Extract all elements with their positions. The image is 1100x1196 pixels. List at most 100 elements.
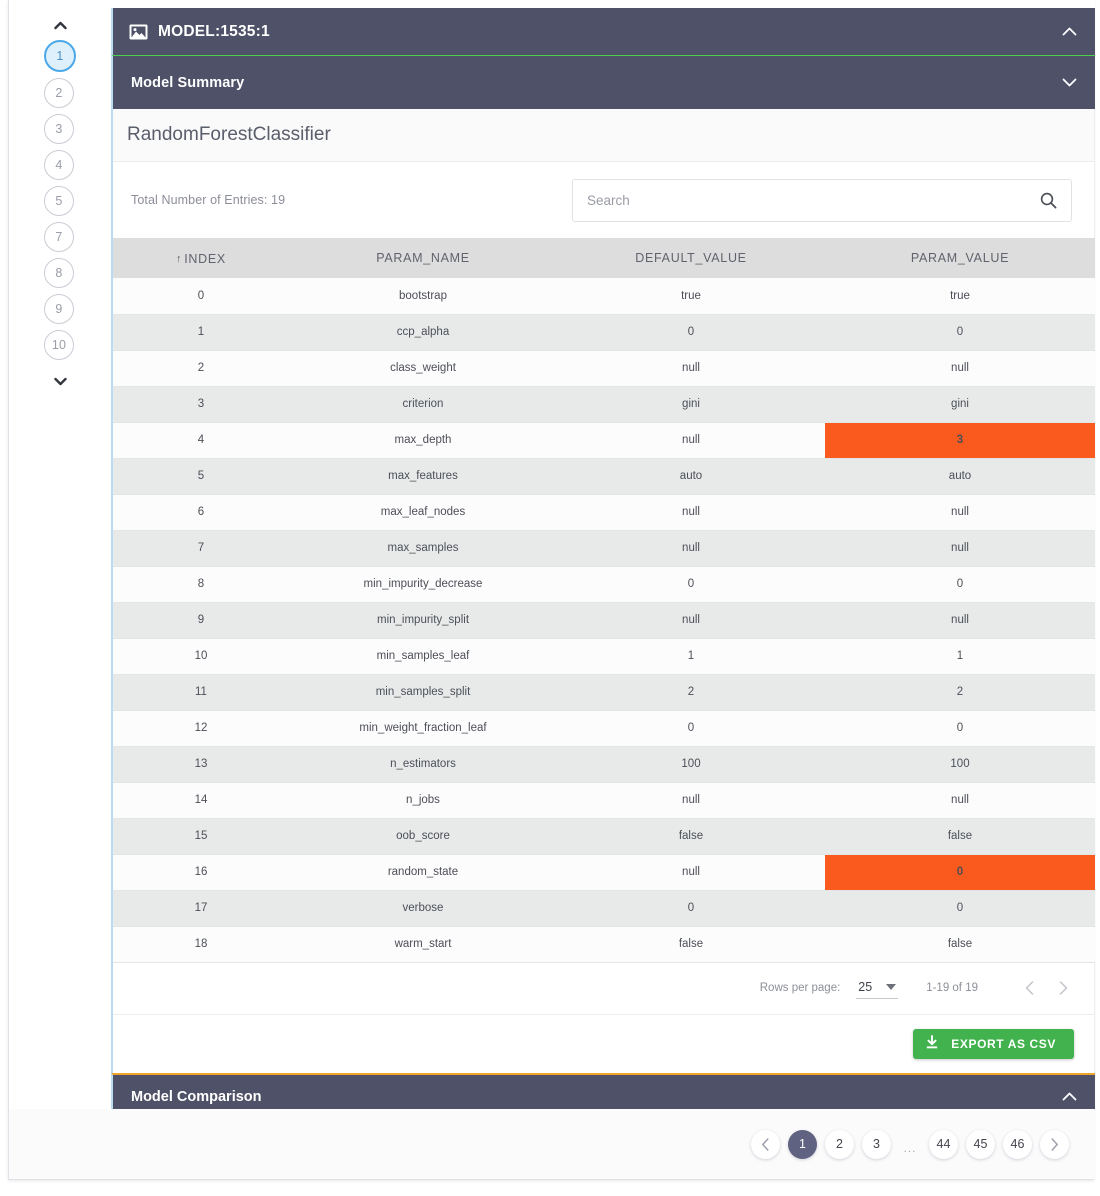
cell-index: 2: [113, 350, 289, 387]
cell-param-value: true: [825, 278, 1095, 315]
table-body: 0 bootstrap true true 1 ccp_alpha 0 0 2 class_wei…: [113, 278, 1095, 963]
cell-param-value: null: [825, 530, 1095, 567]
column-header-default-value[interactable]: DEFAULT_VALUE: [557, 238, 825, 278]
step-circle-7[interactable]: 7: [44, 222, 74, 252]
model-summary-title: Model Summary: [131, 74, 245, 91]
cell-param-name: n_jobs: [289, 782, 557, 819]
model-summary-header[interactable]: Model Summary: [111, 56, 1095, 109]
rows-per-page-select[interactable]: 25: [856, 978, 899, 999]
cell-param-value: 1: [825, 638, 1095, 675]
step-circle-9[interactable]: 9: [44, 294, 74, 324]
table-row[interactable]: 15 oob_score false false: [113, 818, 1095, 855]
cell-default-value: true: [557, 278, 825, 315]
table-head: ↑ INDEX PARAM_NAME DEFAULT_VALUE PARAM_V…: [113, 238, 1095, 278]
cell-param-name: ccp_alpha: [289, 314, 557, 351]
pagination-prev-icon[interactable]: [751, 1129, 780, 1159]
cell-param-name: bootstrap: [289, 278, 557, 315]
model-header-bar[interactable]: MODEL:1535:1: [111, 8, 1095, 56]
cell-default-value: 0: [557, 314, 825, 351]
cell-param-value: auto: [825, 458, 1095, 495]
step-circle-8[interactable]: 8: [44, 258, 74, 288]
cell-param-value: 0: [825, 710, 1095, 747]
export-as-csv-label: EXPORT AS CSV: [951, 1036, 1056, 1051]
pagination-page-46[interactable]: 46: [1003, 1129, 1032, 1159]
estimator-name: RandomForestClassifier: [113, 109, 1094, 162]
stepper-scroll-up-icon[interactable]: [48, 16, 72, 34]
sort-ascending-icon: ↑: [176, 252, 183, 265]
pagination-pages: 1 2 3... 44 45 46: [788, 1129, 1032, 1159]
table-row[interactable]: 3 criterion gini gini: [113, 386, 1095, 423]
table-row[interactable]: 11 min_samples_split 2 2: [113, 674, 1095, 711]
cell-index: 0: [113, 278, 289, 315]
table-row[interactable]: 7 max_samples null null: [113, 530, 1095, 567]
cell-default-value: null: [557, 854, 825, 891]
download-icon: [925, 1034, 939, 1053]
rows-per-page-value: 25: [858, 979, 873, 994]
table-row[interactable]: 10 min_samples_leaf 1 1: [113, 638, 1095, 675]
pagination-page-2[interactable]: 2: [825, 1129, 854, 1159]
model-summary-chevron-down-icon[interactable]: [1062, 78, 1077, 87]
cell-param-value: 0: [825, 566, 1095, 603]
table-row[interactable]: 6 max_leaf_nodes null null: [113, 494, 1095, 531]
pagination-page-3[interactable]: 3: [862, 1129, 891, 1159]
cell-index: 16: [113, 854, 289, 891]
pagination-page-1[interactable]: 1: [788, 1129, 817, 1159]
table-row[interactable]: 18 warm_start false false: [113, 926, 1095, 963]
model-header-chevron-up-icon[interactable]: [1062, 27, 1077, 36]
cell-default-value: null: [557, 782, 825, 819]
table-toolbar: Total Number of Entries: 19: [113, 162, 1094, 238]
model-comparison-chevron-up-icon[interactable]: [1062, 1092, 1077, 1101]
table-row[interactable]: 0 bootstrap true true: [113, 278, 1095, 315]
table-row[interactable]: 16 random_state null 0: [113, 854, 1095, 891]
table-row[interactable]: 2 class_weight null null: [113, 350, 1095, 387]
cell-index: 8: [113, 566, 289, 603]
stepper-list: 1 2 3 4 5 7 8 9 10: [44, 34, 76, 360]
table-row[interactable]: 4 max_depth null 3: [113, 422, 1095, 459]
cell-param-name: n_estimators: [289, 746, 557, 783]
step-circle-4[interactable]: 4: [44, 150, 74, 180]
step-circle-5[interactable]: 5: [44, 186, 74, 216]
cell-param-value: gini: [825, 386, 1095, 423]
table-row[interactable]: 14 n_jobs null null: [113, 782, 1095, 819]
step-circle-2[interactable]: 2: [44, 78, 74, 108]
cell-index: 18: [113, 926, 289, 963]
pagination-next-icon[interactable]: [1040, 1129, 1069, 1159]
search-icon[interactable]: [1040, 192, 1057, 209]
cell-index: 11: [113, 674, 289, 711]
pagination-page-45[interactable]: 45: [966, 1129, 995, 1159]
table-row[interactable]: 17 verbose 0 0: [113, 890, 1095, 927]
app-frame: 1 2 3 4 5 7 8 9 10 MODEL:1535:1 Model Su…: [8, 0, 1095, 1180]
table-row[interactable]: 12 min_weight_fraction_leaf 0 0: [113, 710, 1095, 747]
table-prev-page-icon[interactable]: [1016, 975, 1042, 1001]
export-as-csv-button[interactable]: EXPORT AS CSV: [913, 1028, 1074, 1059]
cell-param-value: null: [825, 350, 1095, 387]
cell-default-value: false: [557, 818, 825, 855]
column-header-index[interactable]: ↑ INDEX: [113, 238, 289, 278]
column-header-param-name[interactable]: PARAM_NAME: [289, 238, 557, 278]
table-row[interactable]: 13 n_estimators 100 100: [113, 746, 1095, 783]
cell-index: 9: [113, 602, 289, 639]
table-row[interactable]: 1 ccp_alpha 0 0: [113, 314, 1095, 351]
table-next-page-icon[interactable]: [1050, 975, 1076, 1001]
cell-param-name: class_weight: [289, 350, 557, 387]
column-header-param-value[interactable]: PARAM_VALUE: [825, 238, 1095, 278]
cell-param-value: false: [825, 818, 1095, 855]
step-circle-3[interactable]: 3: [44, 114, 74, 144]
table-row[interactable]: 9 min_impurity_split null null: [113, 602, 1095, 639]
screen-root: 1 2 3 4 5 7 8 9 10 MODEL:1535:1 Model Su…: [0, 0, 1100, 1196]
cell-param-name: min_weight_fraction_leaf: [289, 710, 557, 747]
search-box[interactable]: [572, 178, 1072, 222]
search-input[interactable]: [585, 191, 1040, 209]
cell-default-value: 0: [557, 566, 825, 603]
table-row[interactable]: 5 max_features auto auto: [113, 458, 1095, 495]
cell-index: 13: [113, 746, 289, 783]
cell-param-value: false: [825, 926, 1095, 963]
step-circle-1[interactable]: 1: [44, 40, 76, 72]
cell-param-name: min_samples_split: [289, 674, 557, 711]
cell-index: 12: [113, 710, 289, 747]
cell-param-name: min_impurity_split: [289, 602, 557, 639]
table-row[interactable]: 8 min_impurity_decrease 0 0: [113, 566, 1095, 603]
stepper-scroll-down-icon[interactable]: [48, 372, 72, 390]
step-circle-10[interactable]: 10: [44, 330, 74, 360]
pagination-page-44[interactable]: 44: [929, 1129, 958, 1159]
